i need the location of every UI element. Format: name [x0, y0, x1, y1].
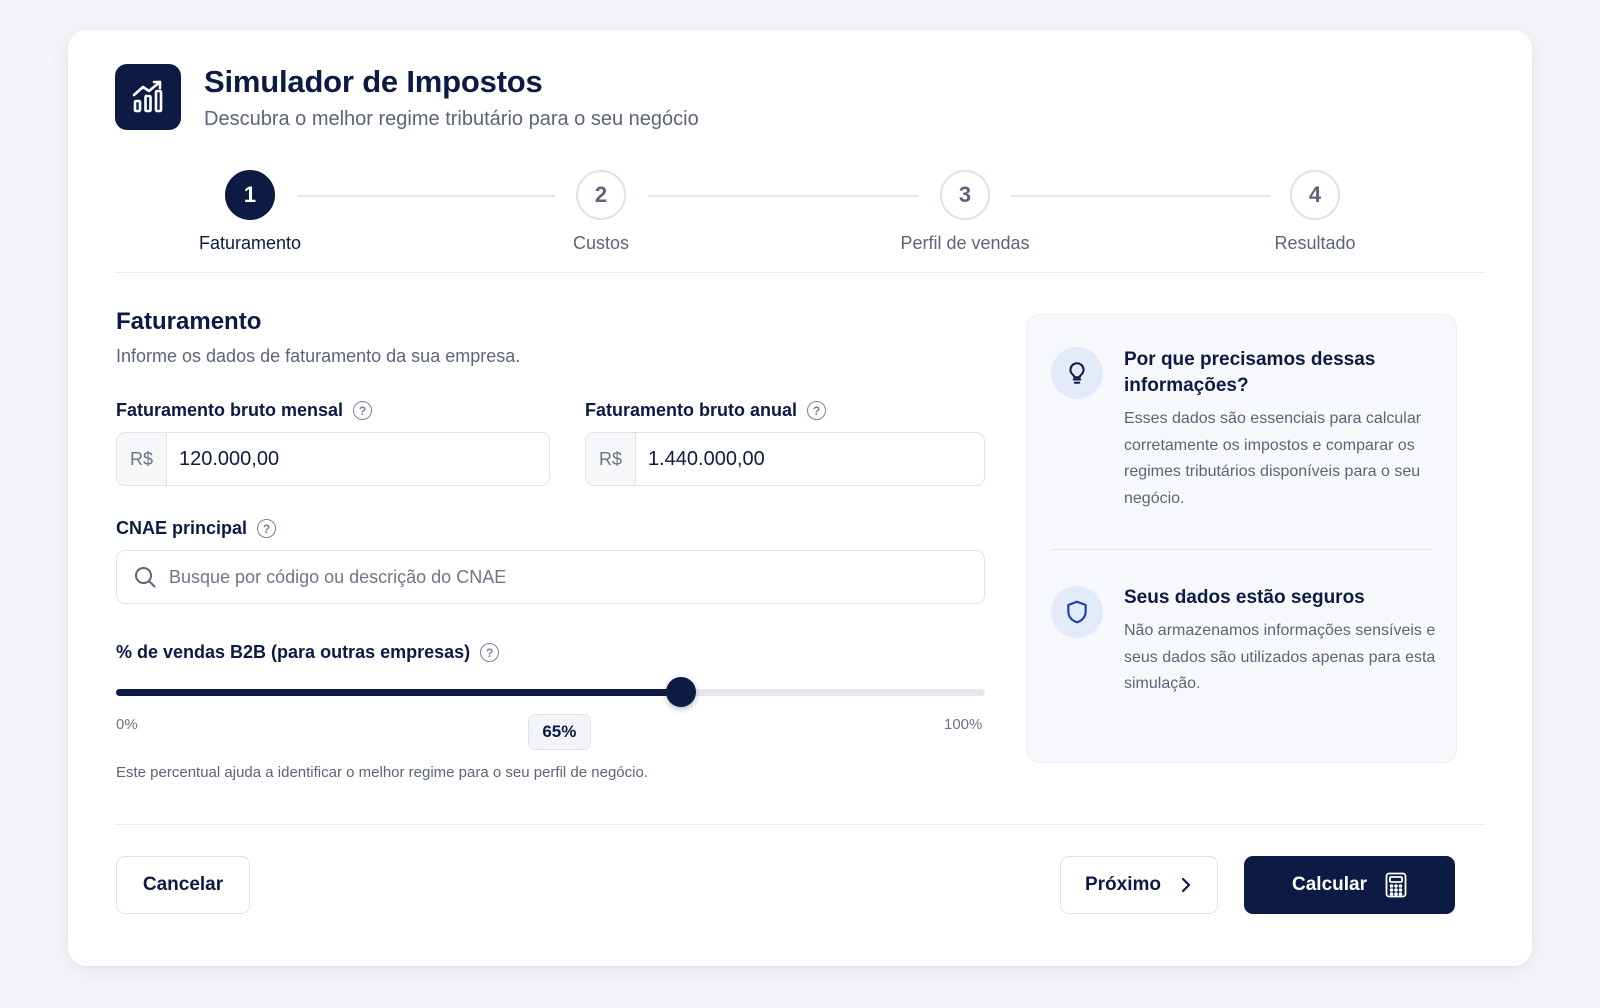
header-divider — [115, 272, 1485, 273]
simulator-card: Simulador de Impostos Descubra o melhor … — [68, 30, 1532, 966]
slider-fill — [116, 689, 681, 696]
help-icon[interactable]: ? — [807, 401, 827, 420]
step-number: 2 — [576, 170, 626, 220]
b2b-label: % de vendas B2B (para outras empresas) ? — [116, 642, 500, 663]
step-resultado[interactable]: 4 Resultado — [1205, 170, 1425, 254]
step-custos[interactable]: 2 Custos — [491, 170, 711, 254]
label-text: Faturamento bruto mensal — [116, 400, 344, 420]
slider-min-label: 0% — [116, 716, 138, 733]
next-label: Próximo — [1084, 874, 1162, 895]
info-icon-circle — [1051, 586, 1103, 638]
slider-thumb[interactable] — [665, 677, 696, 707]
info-secure-text: Não armazenamos informações sensíveis e … — [1124, 622, 1436, 692]
app-logo — [115, 64, 181, 130]
help-icon[interactable]: ? — [257, 519, 277, 538]
step-label: Custos — [572, 233, 630, 253]
monthly-revenue-input[interactable]: R$ 120.000,00 — [116, 432, 550, 486]
info-icon-circle — [1051, 347, 1103, 399]
step-number: 4 — [1290, 170, 1340, 220]
slider-value-badge: 65% — [527, 714, 591, 750]
cnae-label: CNAE principal ? — [116, 518, 277, 539]
annual-revenue-label: Faturamento bruto anual ? — [585, 400, 827, 421]
info-secure-title: Seus dados estão seguros — [1124, 587, 1365, 608]
help-icon[interactable]: ? — [353, 401, 373, 420]
calculator-icon — [1385, 872, 1407, 898]
monthly-revenue-label: Faturamento bruto mensal ? — [116, 400, 373, 421]
next-button[interactable]: Próximo — [1060, 856, 1218, 914]
annual-revenue-input[interactable]: R$ 1.440.000,00 — [585, 432, 985, 486]
cancel-button[interactable]: Cancelar — [116, 856, 250, 914]
search-placeholder: Busque por código ou descrição do CNAE — [169, 566, 507, 587]
step-number: 1 — [225, 170, 275, 220]
label-text: CNAE principal — [116, 518, 248, 538]
step-label: Resultado — [1274, 233, 1356, 253]
info-separator — [1051, 549, 1432, 550]
chart-growth-icon — [132, 80, 163, 113]
page-subtitle: Descubra o melhor regime tributário para… — [204, 108, 699, 130]
section-description: Informe os dados de faturamento da sua e… — [116, 346, 521, 366]
cnae-search-input[interactable]: Busque por código ou descrição do CNAE — [116, 550, 985, 604]
search-icon — [135, 567, 156, 588]
b2b-slider[interactable] — [116, 677, 985, 707]
cancel-label: Cancelar — [142, 874, 224, 895]
step-label: Faturamento — [198, 233, 302, 253]
currency-prefix: R$ — [117, 433, 167, 485]
section-title: Faturamento — [116, 308, 262, 335]
step-number: 3 — [940, 170, 990, 220]
annual-revenue-value[interactable]: 1.440.000,00 — [636, 433, 765, 485]
step-faturamento[interactable]: 1 Faturamento — [140, 170, 360, 254]
info-panel: Por que precisamos dessas informações? E… — [1026, 314, 1457, 763]
info-why-title: Por que precisamos dessas informações? — [1124, 349, 1376, 396]
page-title: Simulador de Impostos — [204, 64, 543, 99]
slider-max-label: 100% — [944, 716, 983, 733]
calculate-label: Calcular — [1292, 874, 1367, 895]
label-text: % de vendas B2B (para outras empresas) — [116, 642, 471, 662]
calculate-button[interactable]: Calcular — [1244, 856, 1455, 914]
shield-icon — [1067, 600, 1087, 624]
footer-divider — [115, 824, 1485, 825]
step-perfil-de-vendas[interactable]: 3 Perfil de vendas — [855, 170, 1075, 254]
monthly-revenue-value[interactable]: 120.000,00 — [167, 433, 279, 485]
label-text: Faturamento bruto anual — [585, 400, 798, 420]
currency-prefix: R$ — [586, 433, 636, 485]
step-label: Perfil de vendas — [900, 233, 1030, 253]
help-icon[interactable]: ? — [480, 643, 500, 662]
slider-hint: Este percentual ajuda a identificar o me… — [116, 764, 648, 781]
info-why-text: Esses dados são essenciais para calcular… — [1124, 410, 1422, 507]
lightbulb-icon — [1069, 362, 1085, 384]
chevron-right-icon — [1181, 877, 1191, 893]
